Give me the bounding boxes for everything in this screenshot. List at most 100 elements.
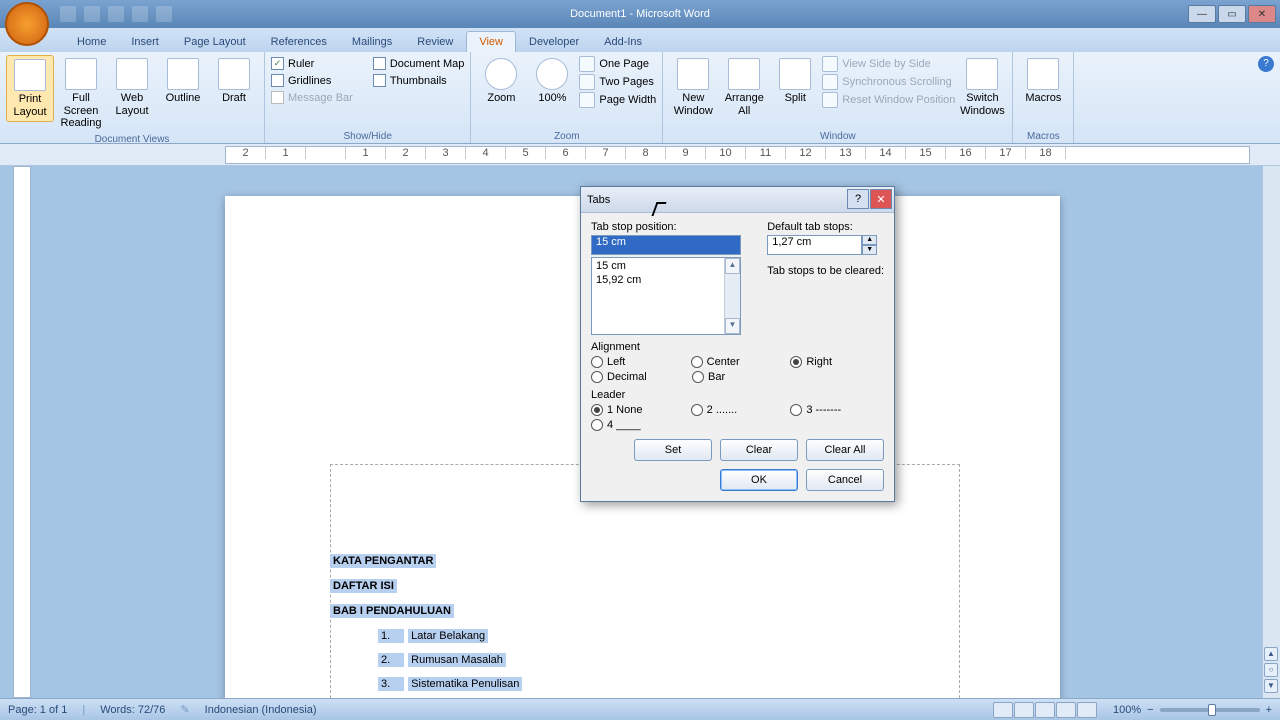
status-page[interactable]: Page: 1 of 1 [8,704,67,716]
tab-developer[interactable]: Developer [517,32,591,52]
browse-prev-button[interactable]: ▲ [1264,647,1278,661]
list-item[interactable]: Rumusan Masalah [408,653,506,667]
default-tab-stops-input[interactable]: 1,27 cm [767,235,862,255]
tab-stop-position-list[interactable]: 15 cm 15,92 cm ▲ ▼ [591,257,741,335]
status-language[interactable]: Indonesian (Indonesia) [205,704,317,716]
tab-review[interactable]: Review [405,32,465,52]
zoom-out-button[interactable]: − [1147,704,1153,716]
list-item[interactable]: 15,92 cm [596,274,736,288]
list-item[interactable]: Latar Belakang [408,629,488,643]
print-layout-button[interactable]: Print Layout [6,55,54,122]
outline-button[interactable]: Outline [159,55,207,108]
ok-button[interactable]: OK [720,469,798,491]
list-num[interactable]: 3. [378,677,404,691]
radio-label: 3 ------- [806,404,841,416]
arrange-all-button[interactable]: Arrange All [720,55,768,120]
doc-heading[interactable]: BAB I PENDAHULUAN [330,604,454,618]
two-pages-button[interactable]: Two Pages [579,73,656,91]
gridlines-checkbox[interactable]: Gridlines [271,72,353,89]
align-bar-radio[interactable]: Bar [692,371,787,383]
set-button[interactable]: Set [634,439,712,461]
zoom-percent[interactable]: 100% [1113,704,1141,716]
listbox-scrollbar[interactable]: ▲ ▼ [724,258,740,334]
zoom-button[interactable]: Zoom [477,55,525,108]
spin-up-button[interactable]: ▲ [862,235,877,245]
dialog-titlebar[interactable]: Tabs ? ✕ [581,187,894,213]
doc-heading[interactable]: DAFTAR ISI [330,579,397,593]
horizontal-ruler[interactable]: 21123456789101112131415161718 [225,146,1250,164]
leader-label: Leader [591,389,884,401]
dialog-close-button[interactable]: ✕ [870,189,892,209]
qat-undo-icon[interactable] [84,6,100,22]
view-web-layout-button[interactable] [1035,702,1055,718]
align-decimal-radio[interactable]: Decimal [591,371,686,383]
ribbon-tabs: Home Insert Page Layout References Maili… [0,28,1280,52]
qat-open-icon[interactable] [156,6,172,22]
scroll-up-button[interactable]: ▲ [725,258,740,274]
align-left-radio[interactable]: Left [591,356,685,368]
tab-page-layout[interactable]: Page Layout [172,32,258,52]
qat-new-icon[interactable] [132,6,148,22]
scroll-down-button[interactable]: ▼ [725,318,740,334]
tab-add-ins[interactable]: Add-Ins [592,32,654,52]
tab-stop-position-input[interactable]: 15 cm [591,235,741,255]
qat-redo-icon[interactable] [108,6,124,22]
list-num[interactable]: 2. [378,653,404,667]
doc-heading[interactable]: KATA PENGANTAR [330,554,436,568]
tab-home[interactable]: Home [65,32,118,52]
switch-windows-button[interactable]: Switch Windows [958,55,1006,120]
leader-4-radio[interactable]: 4 ____ [591,419,686,431]
maximize-button[interactable]: ▭ [1218,5,1246,23]
ruler-checkbox[interactable]: ✓Ruler [271,55,353,72]
page-width-button[interactable]: Page Width [579,91,656,109]
view-print-layout-button[interactable] [993,702,1013,718]
view-full-screen-button[interactable] [1014,702,1034,718]
minimize-button[interactable]: — [1188,5,1216,23]
zoom-in-button[interactable]: + [1266,704,1272,716]
clear-button[interactable]: Clear [720,439,798,461]
view-outline-button[interactable] [1056,702,1076,718]
view-side-label: View Side by Side [842,58,930,70]
web-layout-button[interactable]: Web Layout [108,55,156,120]
zoom-thumb[interactable] [1208,704,1216,716]
tab-insert[interactable]: Insert [119,32,171,52]
close-button[interactable]: ✕ [1248,5,1276,23]
status-words[interactable]: Words: 72/76 [100,704,165,716]
list-item[interactable]: Sistematika Penulisan [408,677,522,691]
leader-3-radio[interactable]: 3 ------- [790,404,884,416]
window-title: Document1 - Microsoft Word [570,8,710,20]
zoom-100-button[interactable]: 100% [528,55,576,108]
align-right-radio[interactable]: Right [790,356,884,368]
zoom-slider[interactable] [1160,708,1260,712]
list-num[interactable]: 1. [378,629,404,643]
new-window-button[interactable]: New Window [669,55,717,120]
proofing-icon[interactable]: ✎ [180,703,189,716]
qat-save-icon[interactable] [60,6,76,22]
office-button[interactable] [5,2,49,46]
clear-all-button[interactable]: Clear All [806,439,884,461]
one-page-button[interactable]: One Page [579,55,656,73]
full-screen-reading-button[interactable]: Full Screen Reading [57,55,105,133]
new-window-label: New Window [671,92,715,117]
macros-button[interactable]: Macros [1019,55,1067,108]
tab-mailings[interactable]: Mailings [340,32,404,52]
leader-2-radio[interactable]: 2 ....... [691,404,785,416]
browse-select-button[interactable]: ○ [1264,663,1278,677]
vertical-scrollbar[interactable] [1262,166,1280,698]
cancel-button[interactable]: Cancel [806,469,884,491]
vertical-ruler[interactable] [13,166,31,698]
draft-button[interactable]: Draft [210,55,258,108]
tab-view[interactable]: View [466,31,516,52]
help-icon[interactable]: ? [1258,56,1274,72]
thumbnails-checkbox[interactable]: Thumbnails [373,72,465,89]
document-map-checkbox[interactable]: Document Map [373,55,465,72]
view-draft-button[interactable] [1077,702,1097,718]
browse-next-button[interactable]: ▼ [1264,679,1278,693]
split-button[interactable]: Split [771,55,819,108]
spin-down-button[interactable]: ▼ [862,245,877,255]
tab-references[interactable]: References [259,32,339,52]
list-item[interactable]: 15 cm [596,260,736,274]
leader-1-radio[interactable]: 1 None [591,404,685,416]
dialog-help-button[interactable]: ? [847,189,869,209]
align-center-radio[interactable]: Center [691,356,785,368]
